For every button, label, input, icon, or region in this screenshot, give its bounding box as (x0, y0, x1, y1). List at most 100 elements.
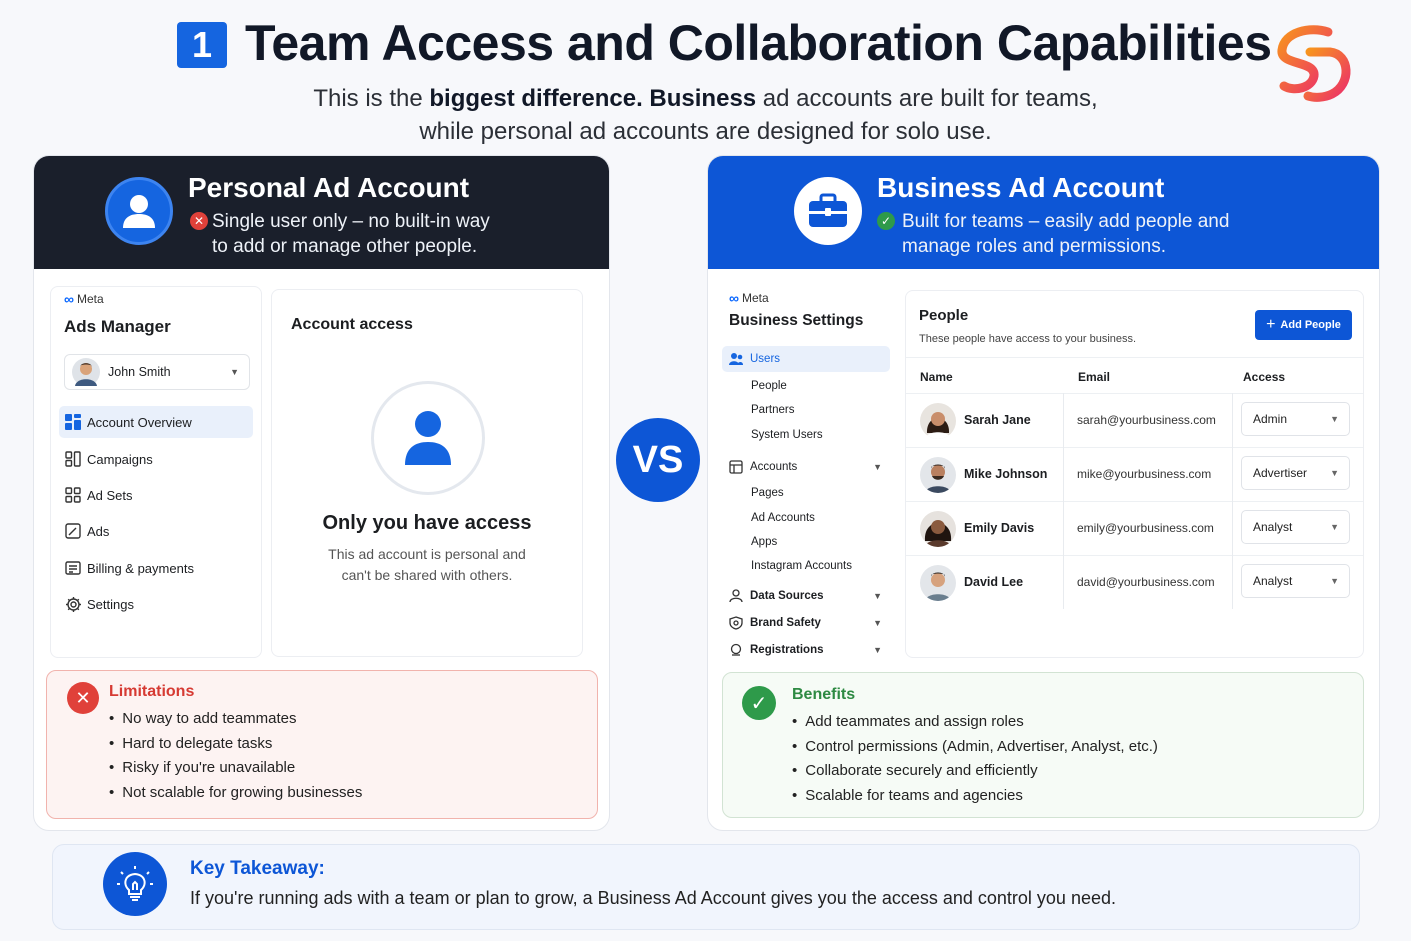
meta-logo: ∞ Meta (64, 291, 104, 307)
nav-partners[interactable]: Partners (751, 404, 919, 416)
limitations-title: Limitations (109, 683, 195, 700)
campaigns-icon (59, 451, 87, 467)
nav-pages[interactable]: Pages (751, 487, 919, 499)
business-settings-title: Business Settings (729, 312, 864, 329)
close-icon: ✕ (67, 682, 99, 714)
nav-people[interactable]: People (751, 380, 919, 392)
column-divider (1232, 393, 1233, 609)
user-icon (105, 177, 173, 245)
ads-manager-title: Ads Manager (64, 317, 171, 336)
access-select[interactable]: Analyst ▼ (1241, 510, 1350, 544)
nav-data-sources[interactable]: Data Sources ▼ (722, 589, 890, 603)
nav-system-users[interactable]: System Users (751, 429, 919, 441)
access-select[interactable]: Advertiser ▼ (1241, 456, 1350, 490)
takeaway-text: If you're running ads with a team or pla… (190, 888, 1116, 908)
brand-logo (1277, 25, 1351, 102)
table-row[interactable]: David Lee david@yourbusiness.com Analyst… (906, 555, 1363, 609)
briefcase-icon (794, 177, 862, 245)
chevron-down-icon: ▼ (1330, 468, 1339, 478)
subtitle-text: This is the (313, 85, 430, 112)
nav-label: Settings (87, 596, 134, 612)
users-icon (722, 352, 750, 366)
nav-label: Ads (87, 523, 110, 539)
table-row[interactable]: Sarah Jane sarah@yourbusiness.com Admin ▼ (906, 393, 1363, 447)
nav-registrations[interactable]: Registrations ▼ (722, 643, 890, 657)
nav-ad-sets[interactable]: Ad Sets (59, 479, 253, 511)
nav-label: Billing & payments (87, 560, 194, 576)
benefits-list: Add teammates and assign roles Control p… (792, 710, 1158, 808)
shield-icon (722, 616, 750, 630)
nav-apps[interactable]: Apps (751, 536, 919, 548)
sarah-avatar (920, 403, 956, 439)
nav-brand-safety[interactable]: Brand Safety ▼ (722, 616, 890, 630)
registrations-icon (722, 643, 750, 657)
plus-icon: + (1266, 316, 1276, 333)
access-select[interactable]: Admin ▼ (1241, 402, 1350, 436)
david-avatar (920, 565, 956, 601)
only-you-description: This ad account is personal and can't be… (272, 544, 582, 586)
nav-accounts[interactable]: Accounts ▼ (722, 460, 890, 474)
business-card-title: Business Ad Account (877, 172, 1165, 203)
emily-avatar (920, 511, 956, 547)
limitation-item: No way to add teammates (109, 707, 362, 732)
meta-label: Meta (76, 292, 104, 306)
chevron-down-icon: ▼ (873, 591, 882, 601)
nav-ads[interactable]: Ads (59, 515, 253, 547)
account-access-panel: Account access Only you have access This… (271, 289, 583, 657)
access-value: Analyst (1253, 574, 1293, 588)
people-title: People (919, 307, 969, 324)
nav-campaigns[interactable]: Campaigns (59, 443, 253, 475)
limitation-item: Not scalable for growing businesses (109, 781, 362, 806)
cross-icon: ✕ (190, 212, 208, 230)
john-avatar (72, 358, 100, 386)
row-email: emily@yourbusiness.com (1077, 521, 1214, 535)
add-people-button[interactable]: + Add People (1255, 310, 1352, 340)
grid-icon (59, 487, 87, 503)
account-user-name: John Smith (108, 365, 171, 379)
meta-infinity-icon: ∞ (729, 290, 739, 306)
page-title: Team Access and Collaboration Capabiliti… (245, 15, 1272, 71)
column-header-email: Email (1078, 370, 1111, 384)
nav-users[interactable]: Users (722, 346, 890, 372)
nav-label: Campaigns (87, 451, 153, 467)
nav-ad-accounts[interactable]: Ad Accounts (751, 512, 919, 524)
benefit-item: Control permissions (Admin, Advertiser, … (792, 735, 1158, 760)
account-access-title: Account access (291, 316, 413, 333)
subtitle-text-end: ad accounts are built for teams, (756, 85, 1098, 112)
check-circle-icon: ✓ (742, 686, 776, 720)
subtitle-emphasis: biggest difference. (429, 85, 643, 112)
meta-infinity-icon: ∞ (64, 291, 74, 307)
nav-account-overview[interactable]: Account Overview (59, 406, 253, 438)
nav-label: Users (750, 353, 781, 365)
nav-billing[interactable]: Billing & payments (59, 552, 253, 584)
add-people-label: Add People (1280, 319, 1341, 331)
dashboard-icon (59, 414, 87, 430)
chevron-down-icon: ▼ (1330, 414, 1339, 424)
chevron-down-icon: ▼ (230, 367, 239, 377)
nav-settings[interactable]: Settings (59, 588, 253, 620)
nav-instagram-accounts[interactable]: Instagram Accounts (751, 560, 919, 572)
nav-label: Account Overview (87, 414, 192, 430)
nav-label: Registrations (750, 644, 824, 656)
row-email: sarah@yourbusiness.com (1077, 413, 1216, 427)
chevron-down-icon: ▼ (873, 618, 882, 628)
billing-icon (59, 560, 87, 576)
nav-label: Accounts (750, 461, 798, 473)
nav-label: Data Sources (750, 590, 824, 602)
benefit-item: Collaborate securely and efficiently (792, 759, 1158, 784)
access-value: Analyst (1253, 520, 1293, 534)
chevron-down-icon: ▼ (1330, 576, 1339, 586)
takeaway-title: Key Takeaway: (190, 858, 325, 879)
account-switcher[interactable]: John Smith ▼ (64, 354, 250, 390)
chevron-down-icon: ▼ (873, 462, 882, 472)
only-you-heading: Only you have access (322, 512, 532, 534)
data-sources-icon (722, 589, 750, 603)
table-row[interactable]: Mike Johnson mike@yourbusiness.com Adver… (906, 447, 1363, 501)
access-select[interactable]: Analyst ▼ (1241, 564, 1350, 598)
table-row[interactable]: Emily Davis emily@yourbusiness.com Analy… (906, 501, 1363, 555)
row-name: David Lee (964, 575, 1024, 589)
personal-card-title: Personal Ad Account (188, 172, 470, 203)
personal-desc-line-2: to add or manage other people. (212, 236, 478, 257)
business-desc-line-1: Built for teams – easily add people and (902, 211, 1230, 232)
meta-logo: ∞ Meta (729, 290, 769, 306)
